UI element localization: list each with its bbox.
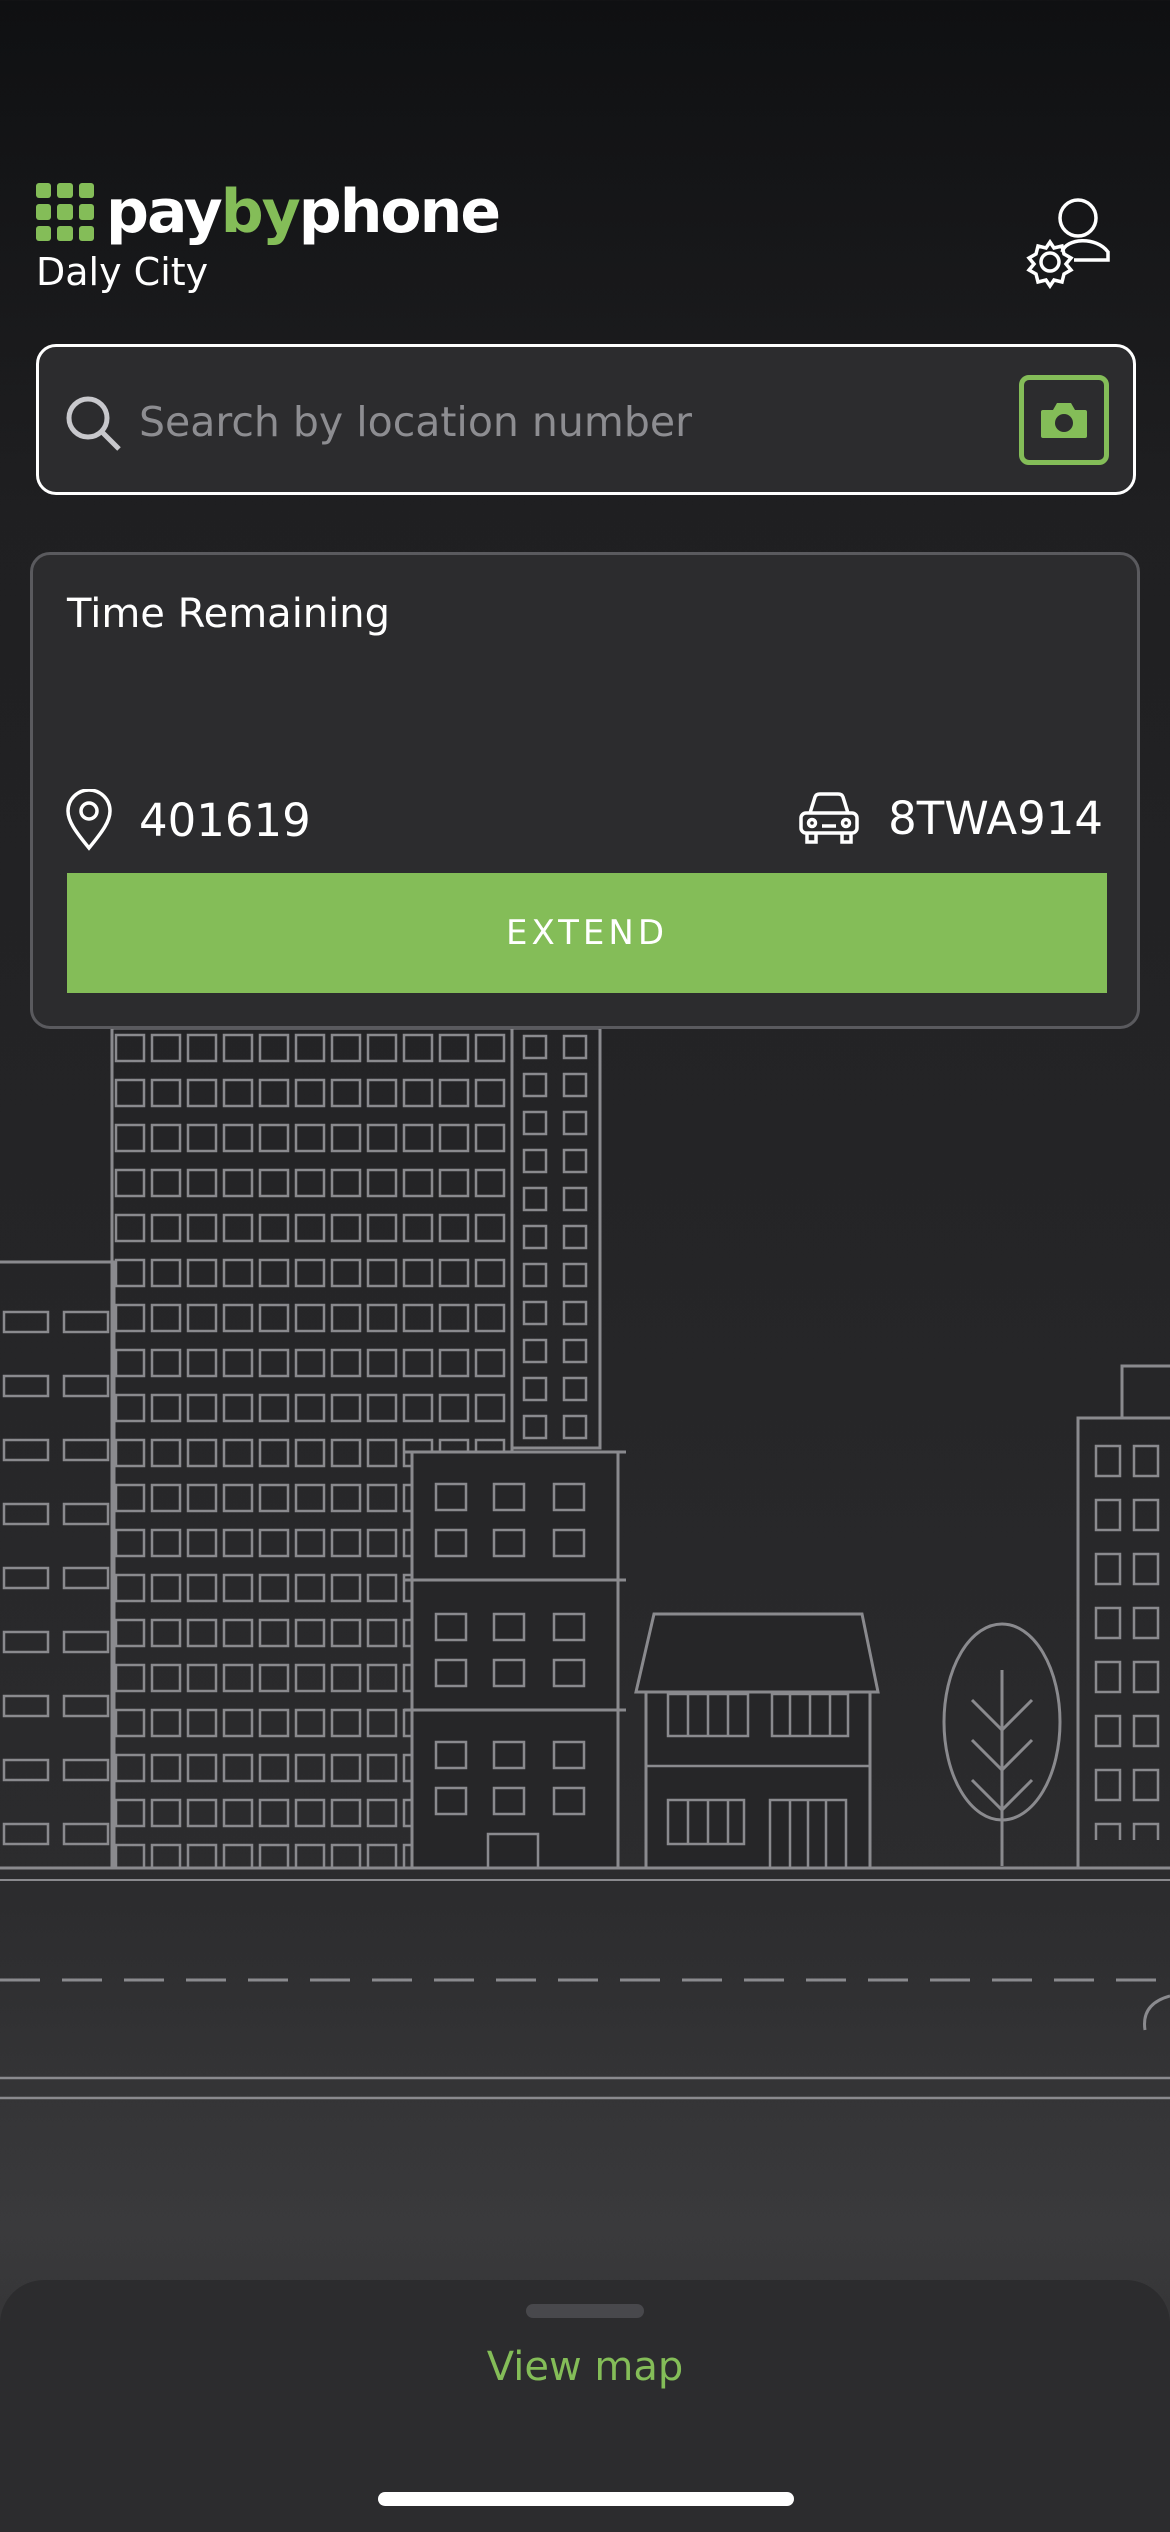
vehicle-info: 8TWA914 [798,791,1103,845]
search-bar [36,344,1136,495]
location-pin-icon [66,789,112,851]
account-settings-icon [1026,198,1110,290]
sheet-drag-handle[interactable] [526,2304,644,2318]
brand-wordmark: paybyphone [106,182,501,242]
car-icon [799,792,859,844]
camera-icon [1041,403,1087,438]
account-settings-button[interactable] [1016,194,1116,294]
time-remaining-label: Time Remaining [67,591,391,637]
search-icon [66,396,121,451]
extend-button[interactable]: EXTEND [67,873,1107,993]
license-plate: 8TWA914 [888,791,1103,845]
location-number: 401619 [139,793,311,847]
brand-word-pay: pay [106,177,223,247]
brand-logo: paybyphone [36,182,501,242]
camera-button[interactable] [1019,375,1109,465]
home-indicator[interactable] [378,2492,794,2506]
brand-word-phone: phone [298,177,501,247]
view-map-link[interactable]: View map [0,2344,1170,2390]
parking-session-card: Time Remaining 401619 8TWA914 EXTEND [30,552,1140,1029]
logo-grid-icon [36,183,94,241]
city-name: Daly City [36,250,209,294]
search-input[interactable] [139,387,999,457]
brand-word-by: by [220,177,301,247]
location-info: 401619 [65,789,311,851]
